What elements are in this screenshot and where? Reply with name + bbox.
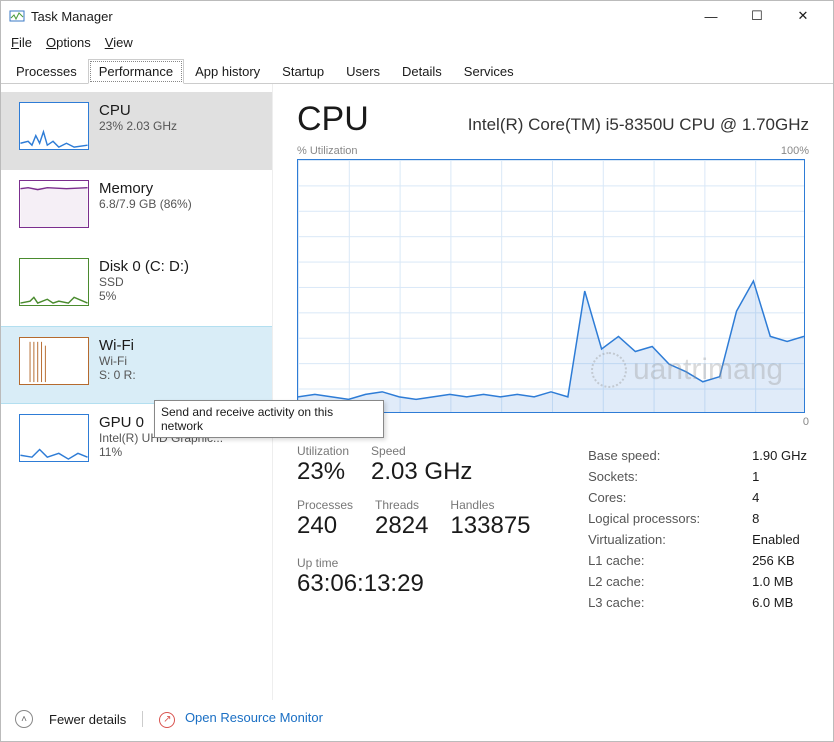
spec-value: 6.0 MB [752, 593, 807, 612]
window-title: Task Manager [31, 9, 113, 24]
footer: ˄ Fewer details ↗ Open Resource Monitor [1, 700, 833, 738]
tab-performance[interactable]: Performance [88, 59, 184, 84]
sidebar-item-sub2: S: 0 R: [99, 368, 136, 382]
chart-y-label: % Utilization [297, 145, 358, 157]
menu-view[interactable]: View [105, 35, 133, 50]
sidebar: CPU 23% 2.03 GHz Memory 6.8/7.9 GB (86%)… [1, 84, 273, 700]
spec-label: Cores: [588, 488, 750, 507]
cpu-specs-table: Base speed:1.90 GHz Sockets:1 Cores:4 Lo… [586, 444, 809, 614]
spec-value: 4 [752, 488, 807, 507]
spec-value: 1.90 GHz [752, 446, 807, 465]
sidebar-item-label: CPU [99, 102, 177, 119]
cpu-thumb-icon [19, 102, 89, 150]
spec-label: Base speed: [588, 446, 750, 465]
sidebar-item-sub2: 11% [99, 445, 223, 459]
stat-label-utilization: Utilization [297, 444, 349, 458]
stat-label-speed: Speed [371, 444, 472, 458]
menu-file[interactable]: File [11, 35, 32, 50]
wifi-thumb-icon [19, 337, 89, 385]
spec-label: Sockets: [588, 467, 750, 486]
sidebar-item-sub2: 5% [99, 289, 189, 303]
stat-value-handles: 133875 [450, 512, 530, 540]
spec-value: 256 KB [752, 551, 807, 570]
sidebar-item-sub: SSD [99, 275, 189, 289]
stat-label-processes: Processes [297, 498, 353, 512]
spec-label: Logical processors: [588, 509, 750, 528]
page-title: CPU [297, 100, 369, 139]
spec-label: L1 cache: [588, 551, 750, 570]
task-manager-icon [9, 8, 25, 24]
stat-value-threads: 2824 [375, 512, 428, 540]
memory-thumb-icon [19, 180, 89, 228]
sidebar-item-wifi[interactable]: Wi-Fi Wi-Fi S: 0 R: [1, 326, 272, 404]
tab-processes[interactable]: Processes [5, 59, 88, 84]
stat-value-uptime: 63:06:13:29 [297, 570, 553, 598]
spec-label: L2 cache: [588, 572, 750, 591]
open-resource-monitor-link[interactable]: ↗ Open Resource Monitor [159, 710, 323, 728]
minimize-button[interactable]: — [697, 6, 725, 26]
chart-y-max: 100% [781, 145, 809, 157]
spec-value: 1.0 MB [752, 572, 807, 591]
maximize-button[interactable]: ☐ [743, 6, 771, 26]
titlebar: Task Manager — ☐ ✕ [1, 1, 833, 31]
gpu-thumb-icon [19, 414, 89, 462]
stat-value-utilization: 23% [297, 458, 349, 486]
fewer-details-link[interactable]: Fewer details [49, 712, 126, 727]
stat-label-uptime: Up time [297, 556, 553, 570]
main-panel: CPU Intel(R) Core(TM) i5-8350U CPU @ 1.7… [273, 84, 833, 700]
disk-thumb-icon [19, 258, 89, 306]
menubar: File Options View [1, 31, 833, 56]
chevron-up-icon[interactable]: ˄ [15, 710, 33, 728]
wifi-tooltip: Send and receive activity on this networ… [154, 400, 384, 438]
tab-startup[interactable]: Startup [271, 59, 335, 84]
sidebar-item-label: Wi-Fi [99, 337, 136, 354]
sidebar-item-disk[interactable]: Disk 0 (C: D:) SSD 5% [1, 248, 272, 326]
close-button[interactable]: ✕ [789, 6, 817, 26]
chart-x-right: 0 [803, 416, 809, 428]
menu-options[interactable]: Options [46, 35, 91, 50]
sidebar-item-label: Disk 0 (C: D:) [99, 258, 189, 275]
cpu-model-name: Intel(R) Core(TM) i5-8350U CPU @ 1.70GHz [468, 115, 809, 135]
tab-services[interactable]: Services [453, 59, 525, 84]
sidebar-item-cpu[interactable]: CPU 23% 2.03 GHz [1, 92, 272, 170]
cpu-utilization-chart[interactable] [297, 159, 805, 413]
stat-label-handles: Handles [450, 498, 530, 512]
sidebar-item-label: Memory [99, 180, 192, 197]
spec-value: 8 [752, 509, 807, 528]
tab-app-history[interactable]: App history [184, 59, 271, 84]
stat-value-speed: 2.03 GHz [371, 458, 472, 486]
separator [142, 711, 143, 727]
tab-users[interactable]: Users [335, 59, 391, 84]
resource-monitor-icon: ↗ [159, 712, 175, 728]
stat-label-threads: Threads [375, 498, 428, 512]
spec-label: Virtualization: [588, 530, 750, 549]
spec-label: L3 cache: [588, 593, 750, 612]
sidebar-item-sub: 6.8/7.9 GB (86%) [99, 197, 192, 211]
spec-value: 1 [752, 467, 807, 486]
stat-value-processes: 240 [297, 512, 353, 540]
tab-details[interactable]: Details [391, 59, 453, 84]
sidebar-item-memory[interactable]: Memory 6.8/7.9 GB (86%) [1, 170, 272, 248]
spec-value: Enabled [752, 530, 807, 549]
tabs: Processes Performance App history Startu… [1, 58, 833, 84]
sidebar-item-sub: Wi-Fi [99, 354, 136, 368]
sidebar-item-sub: 23% 2.03 GHz [99, 119, 177, 133]
